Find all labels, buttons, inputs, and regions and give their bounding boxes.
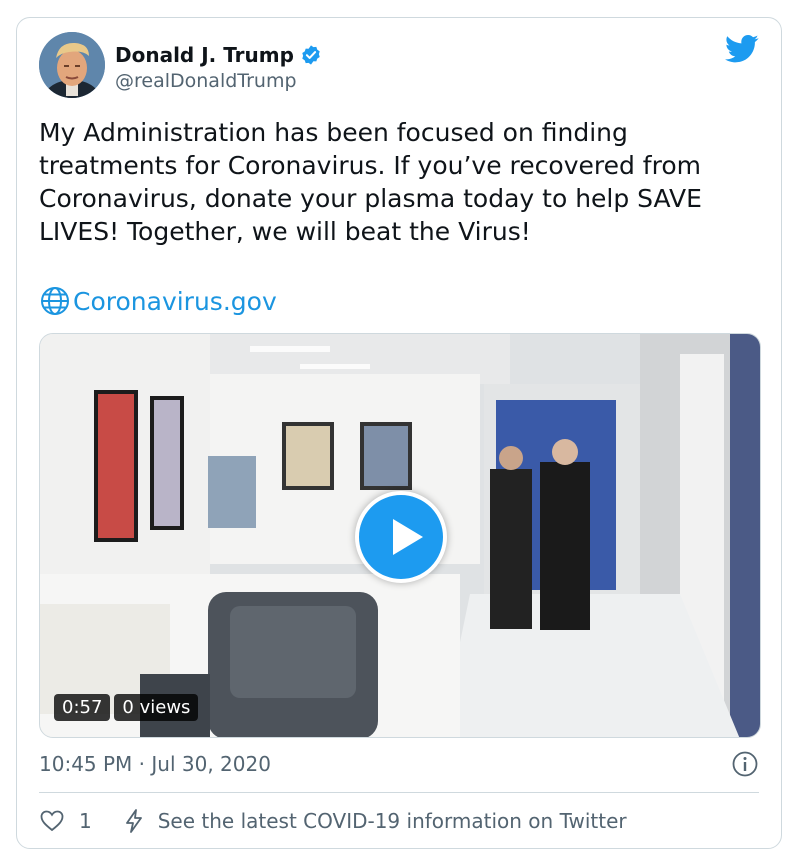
avatar[interactable] [39, 32, 105, 98]
bolt-icon [125, 809, 142, 833]
twitter-bird-icon[interactable] [725, 34, 759, 64]
tweet-card[interactable]: Donald J. Trump @realDonaldTrump My Admi… [16, 17, 782, 849]
divider [39, 792, 759, 793]
author-handle[interactable]: @realDonaldTrump [115, 70, 297, 92]
verified-badge-icon [302, 45, 320, 65]
heart-icon[interactable] [39, 808, 65, 834]
info-icon[interactable] [731, 750, 759, 778]
author-row: Donald J. Trump [115, 40, 322, 70]
covid-info-link[interactable]: See the latest COVID-19 information on T… [158, 809, 627, 833]
tweet-text-line: My Administration has been focused on fi… [39, 118, 628, 147]
link-text[interactable]: Coronavirus.gov [73, 287, 277, 316]
tweet-text: My Administration has been focused on fi… [39, 116, 769, 248]
like-count: 1 [79, 809, 92, 833]
timestamp[interactable]: 10:45 PM · Jul 30, 2020 [39, 752, 271, 776]
video-views: 0 views [114, 694, 199, 721]
tweet-text-line: LIVES! Together, we will beat the Virus! [39, 217, 531, 246]
actions-row: 1 See the latest COVID-19 information on… [39, 806, 627, 836]
tweet-text-line: treatments for Coronavirus. If you’ve re… [39, 151, 701, 180]
video-duration: 0:57 [54, 694, 111, 721]
globe-icon [41, 287, 69, 315]
tweet-text-line: Coronavirus, donate your plasma today to… [39, 184, 702, 213]
video-player[interactable]: 0:57 0 views [39, 333, 761, 738]
video-badges: 0:57 0 views [54, 694, 199, 721]
play-button[interactable] [355, 491, 447, 583]
coronavirus-gov-link[interactable]: Coronavirus.gov [39, 284, 277, 318]
author-name[interactable]: Donald J. Trump [115, 43, 294, 67]
